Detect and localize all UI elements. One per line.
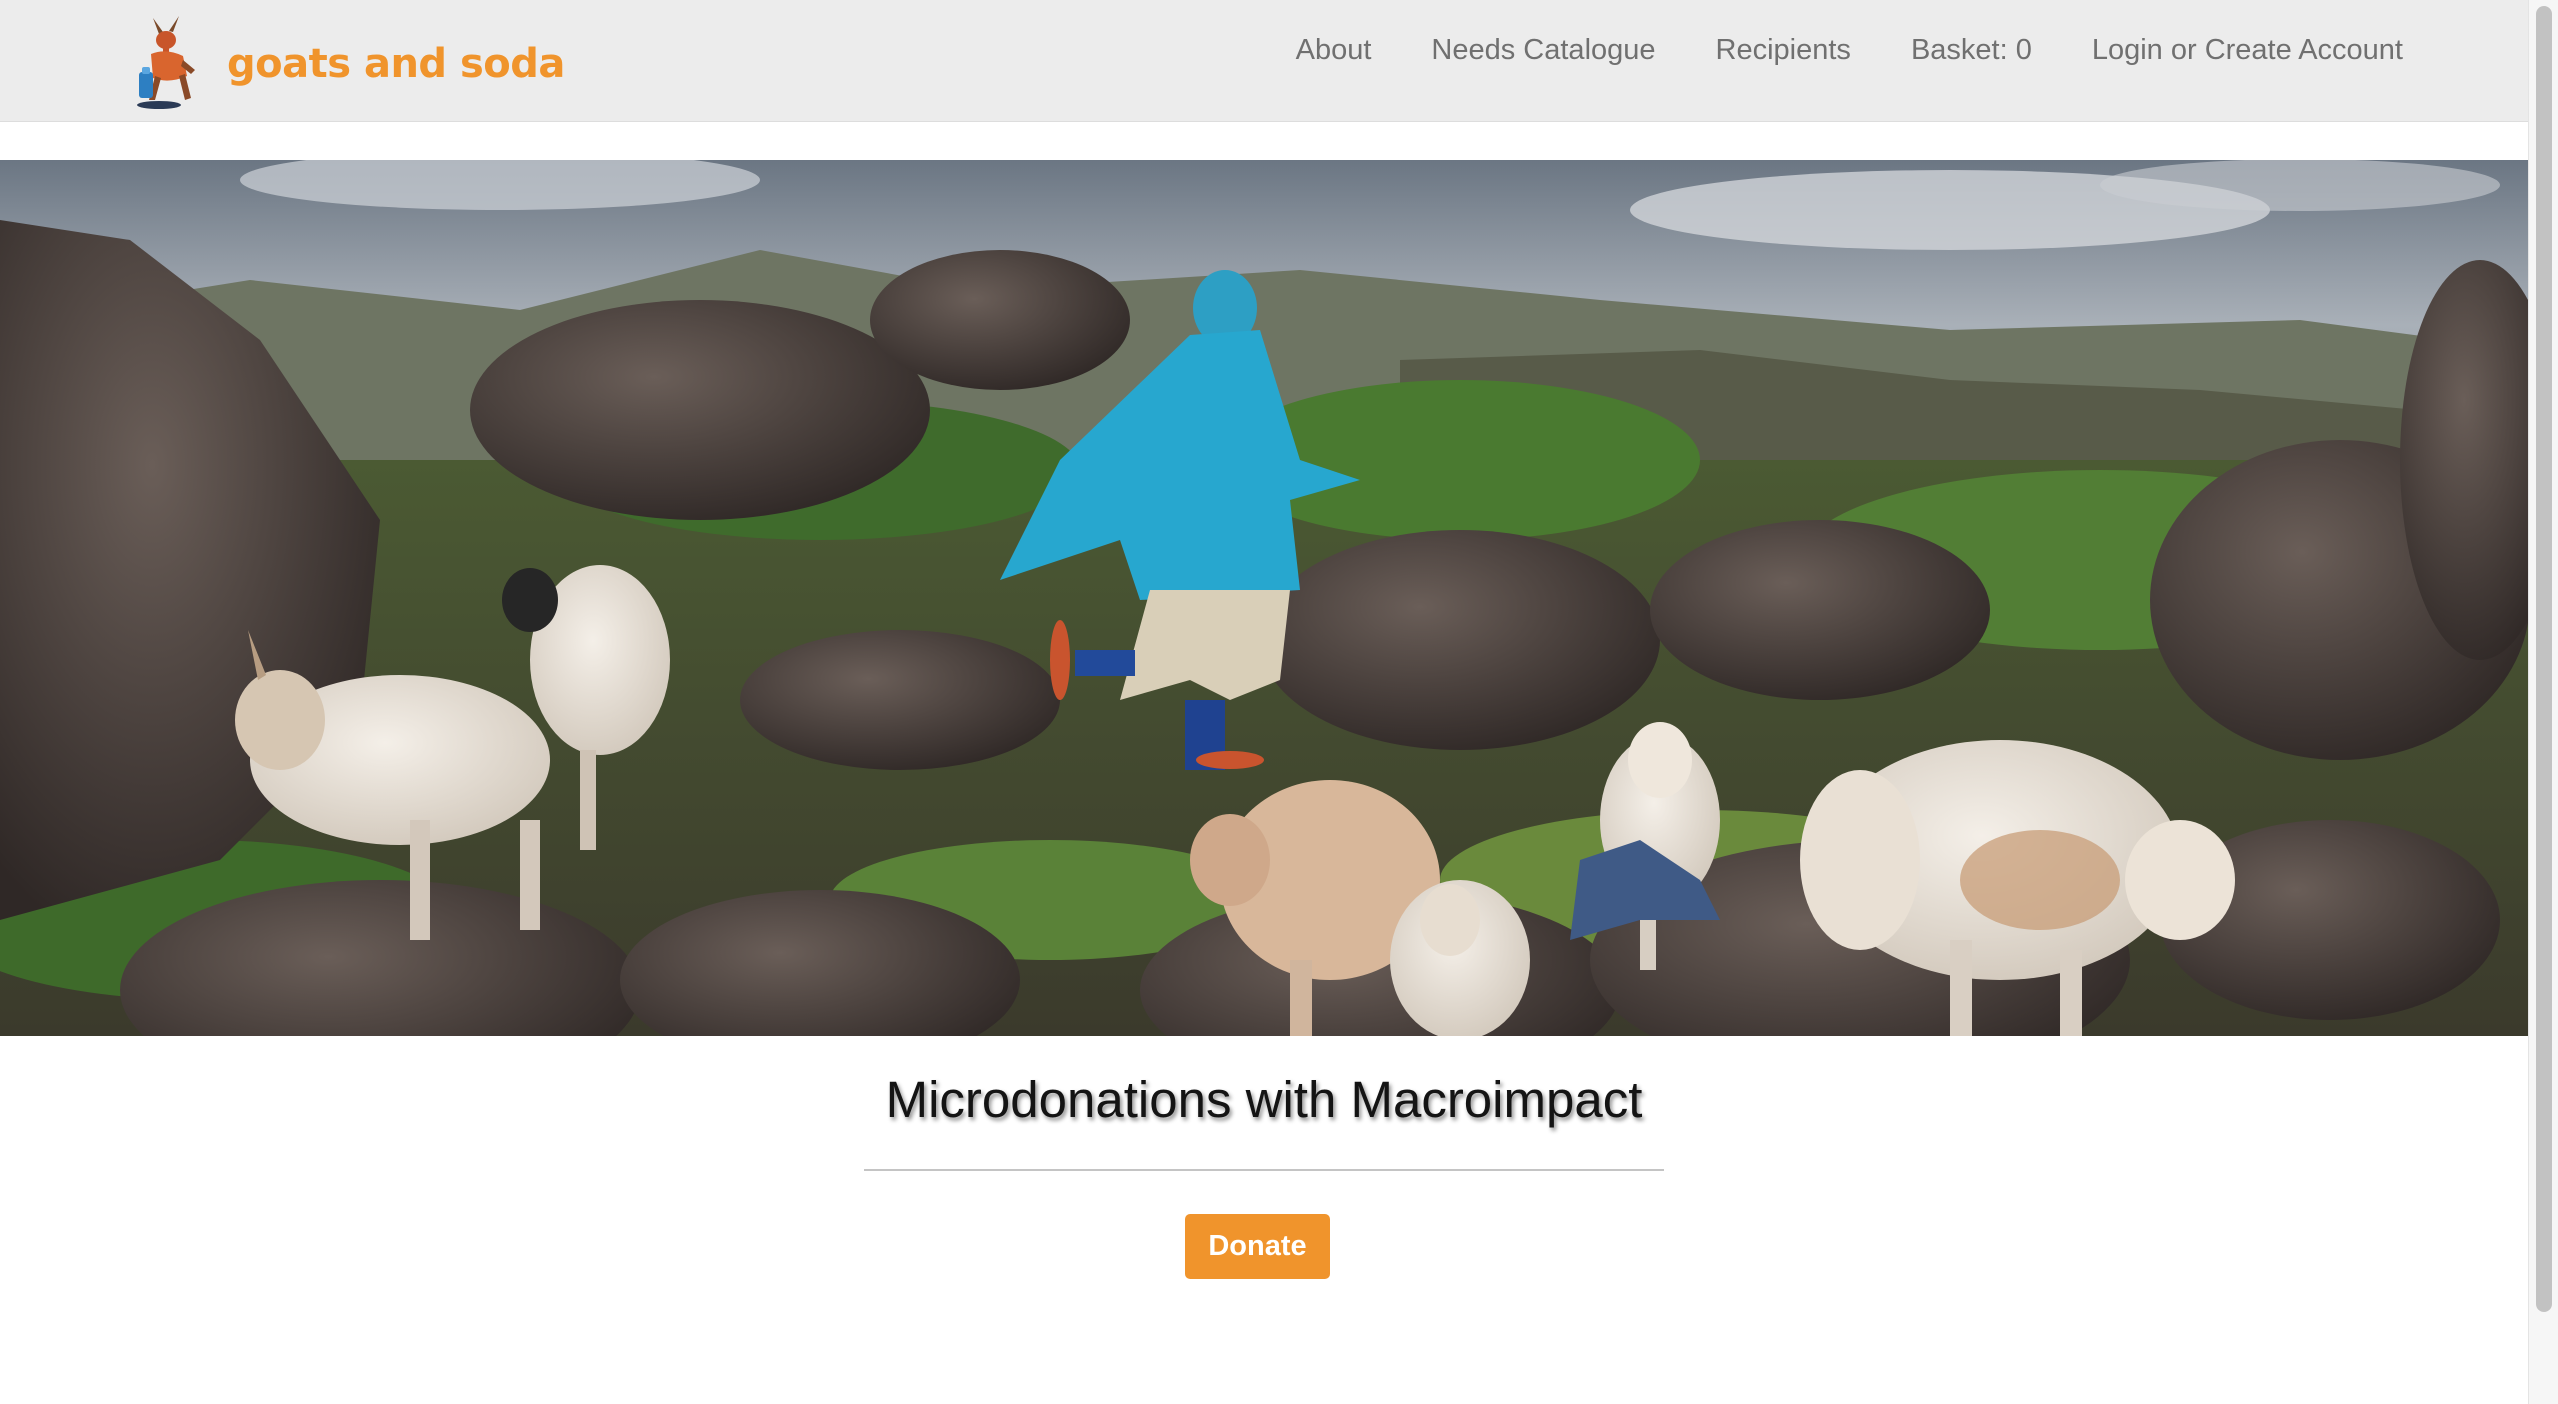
nav-basket[interactable]: Basket: 0	[1911, 28, 2032, 72]
nav-needs-catalogue[interactable]: Needs Catalogue	[1431, 28, 1655, 72]
hero-banner	[0, 160, 2528, 1036]
site-header: goats and soda About Needs Catalogue Rec…	[0, 0, 2528, 122]
nav-recipients[interactable]: Recipients	[1716, 28, 1851, 72]
scrollbar-thumb[interactable]	[2536, 6, 2552, 1312]
goat-logo-icon	[137, 16, 195, 109]
headline-divider	[864, 1169, 1664, 1171]
brand-name: goats and soda	[227, 41, 565, 87]
main-nav: About Needs Catalogue Recipients Basket:…	[1296, 28, 2403, 72]
hero-photo-icon	[0, 160, 2528, 1036]
donate-button[interactable]: Donate	[1185, 1214, 1330, 1279]
nav-about[interactable]: About	[1296, 28, 1372, 72]
page-headline: Microdonations with Macroimpact	[885, 1071, 1643, 1128]
nav-login-create-account[interactable]: Login or Create Account	[2092, 28, 2403, 72]
page-scrollbar[interactable]	[2528, 0, 2558, 1404]
page: goats and soda About Needs Catalogue Rec…	[0, 0, 2528, 1404]
brand-home-link[interactable]: goats and soda	[133, 12, 565, 110]
